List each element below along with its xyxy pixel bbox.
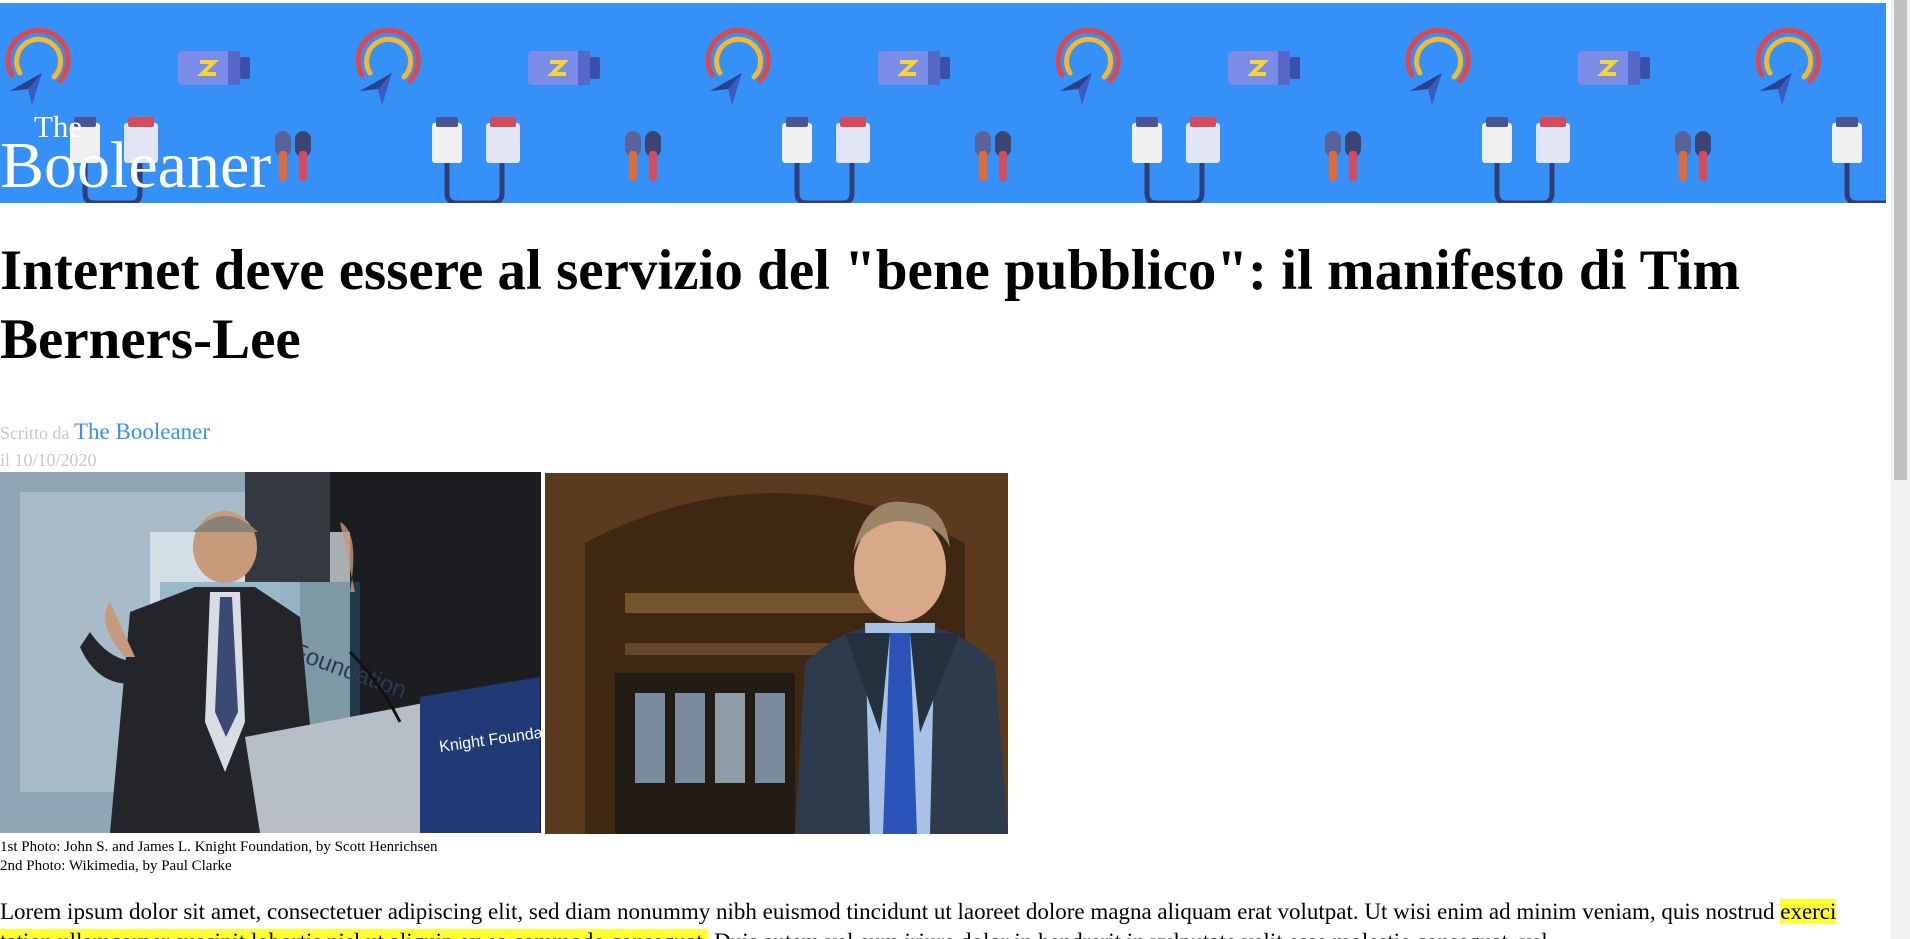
- author-link[interactable]: The Booleaner: [74, 419, 210, 444]
- body-text-part-2: Duis autem vel eum iriure dolor in hendr…: [708, 929, 1548, 939]
- article-date: il 10/10/2020: [0, 450, 97, 470]
- caption-1: 1st Photo: John S. and James L. Knight F…: [0, 839, 438, 855]
- logo-big-text: Booleaner: [0, 129, 272, 202]
- photo-captions: 1st Photo: John S. and James L. Knight F…: [0, 838, 437, 876]
- article-body: Lorem ipsum dolor sit amet, consectetuer…: [0, 897, 1872, 939]
- article-byline: Scritto da The Booleaner: [0, 419, 210, 445]
- scrollbar-thumb[interactable]: [1894, 0, 1907, 480]
- article-title: Internet deve essere al servizio del "be…: [0, 239, 1740, 371]
- caption-2: 2nd Photo: Wikimedia, by Paul Clarke: [0, 858, 232, 874]
- header-pattern: [0, 3, 1886, 203]
- page: The Booleaner Internet deve essere al se…: [0, 0, 1886, 939]
- photo-berners-lee-portrait: [545, 473, 1008, 834]
- body-text-part-1: Lorem ipsum dolor sit amet, consectetuer…: [0, 899, 1781, 924]
- site-header-banner: The Booleaner: [0, 3, 1886, 203]
- byline-prefix: Scritto da: [0, 423, 70, 443]
- photo-berners-lee-podium: Knight Foundation Knight Foundation: [0, 472, 541, 833]
- vertical-scrollbar[interactable]: [1891, 0, 1910, 939]
